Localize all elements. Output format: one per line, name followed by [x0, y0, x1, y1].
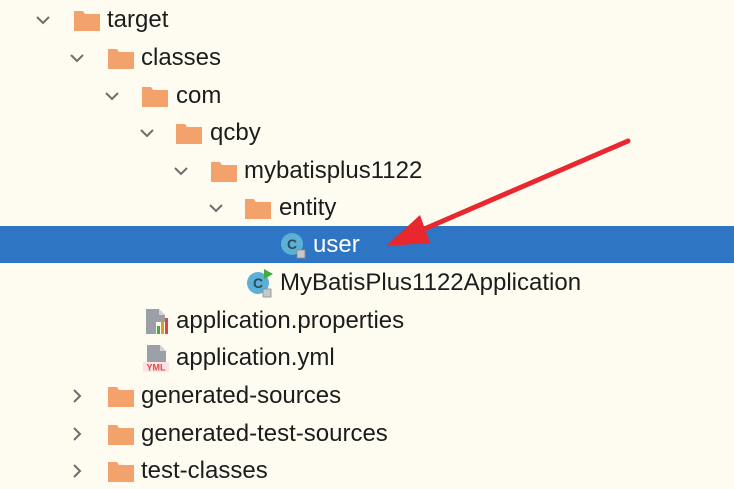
tree-node-label: generated-test-sources: [141, 420, 388, 447]
folder-icon: [243, 193, 273, 223]
tree-node-com[interactable]: com: [0, 77, 734, 114]
tree-node-label: MyBatisPlus1122Application: [280, 269, 582, 296]
tree-node-qcby[interactable]: qcby: [0, 114, 734, 151]
tree-node-label: user: [313, 231, 360, 258]
folder-icon: [174, 118, 204, 148]
chevron-down-icon[interactable]: [171, 152, 191, 189]
tree-node-label: target: [107, 6, 169, 33]
tree-node-label: generated-sources: [141, 382, 342, 409]
tree-node-classes[interactable]: classes: [0, 39, 734, 76]
folder-icon: [140, 81, 170, 111]
tree-node-generated-test-sources[interactable]: generated-test-sources: [0, 415, 734, 452]
chevron-down-icon[interactable]: [33, 1, 53, 38]
class-letter: C: [253, 275, 263, 291]
yml-file-icon: YML: [142, 343, 172, 373]
chevron-right-icon[interactable]: [67, 452, 87, 489]
tree-node-label: classes: [141, 44, 222, 71]
chevron-down-icon[interactable]: [67, 39, 87, 76]
folder-icon: [106, 419, 136, 449]
tree-node-label: qcby: [210, 119, 261, 146]
folder-icon: [106, 43, 136, 73]
tree-node-label: application.properties: [176, 307, 405, 334]
yml-badge-text: YML: [147, 363, 167, 373]
tree-node-mybatisplus1122[interactable]: mybatisplus1122: [0, 152, 734, 189]
tree-node-label: entity: [279, 194, 337, 221]
folder-icon: [106, 381, 136, 411]
tree-node-label: com: [176, 82, 222, 109]
runnable-class-icon: C: [244, 268, 274, 298]
tree-node-label: test-classes: [141, 457, 268, 484]
project-tree: target classes com qcby mybatisplus1122 …: [0, 0, 734, 489]
chevron-down-icon[interactable]: [206, 189, 226, 226]
tree-node-user[interactable]: C user: [0, 226, 734, 263]
tree-node-label: mybatisplus1122: [244, 157, 423, 184]
tree-node-label: application.yml: [176, 344, 335, 371]
chevron-down-icon[interactable]: [137, 114, 157, 151]
chevron-right-icon[interactable]: [67, 415, 87, 452]
chevron-down-icon[interactable]: [102, 77, 122, 114]
chevron-right-icon[interactable]: [67, 377, 87, 414]
tree-node-application-properties[interactable]: application.properties: [0, 302, 734, 339]
class-icon: C: [278, 230, 308, 260]
tree-node-test-classes[interactable]: test-classes: [0, 452, 734, 489]
folder-icon: [72, 5, 102, 35]
class-letter: C: [287, 236, 297, 252]
tree-node-generated-sources[interactable]: generated-sources: [0, 377, 734, 414]
tree-node-entity[interactable]: entity: [0, 189, 734, 226]
tree-node-target[interactable]: target: [0, 1, 734, 38]
folder-icon: [106, 456, 136, 486]
tree-node-application-yml[interactable]: YML application.yml: [0, 339, 734, 376]
tree-node-mybatisplus1122application[interactable]: C MyBatisPlus1122Application: [0, 264, 734, 301]
folder-icon: [209, 156, 239, 186]
properties-file-icon: [142, 306, 172, 336]
